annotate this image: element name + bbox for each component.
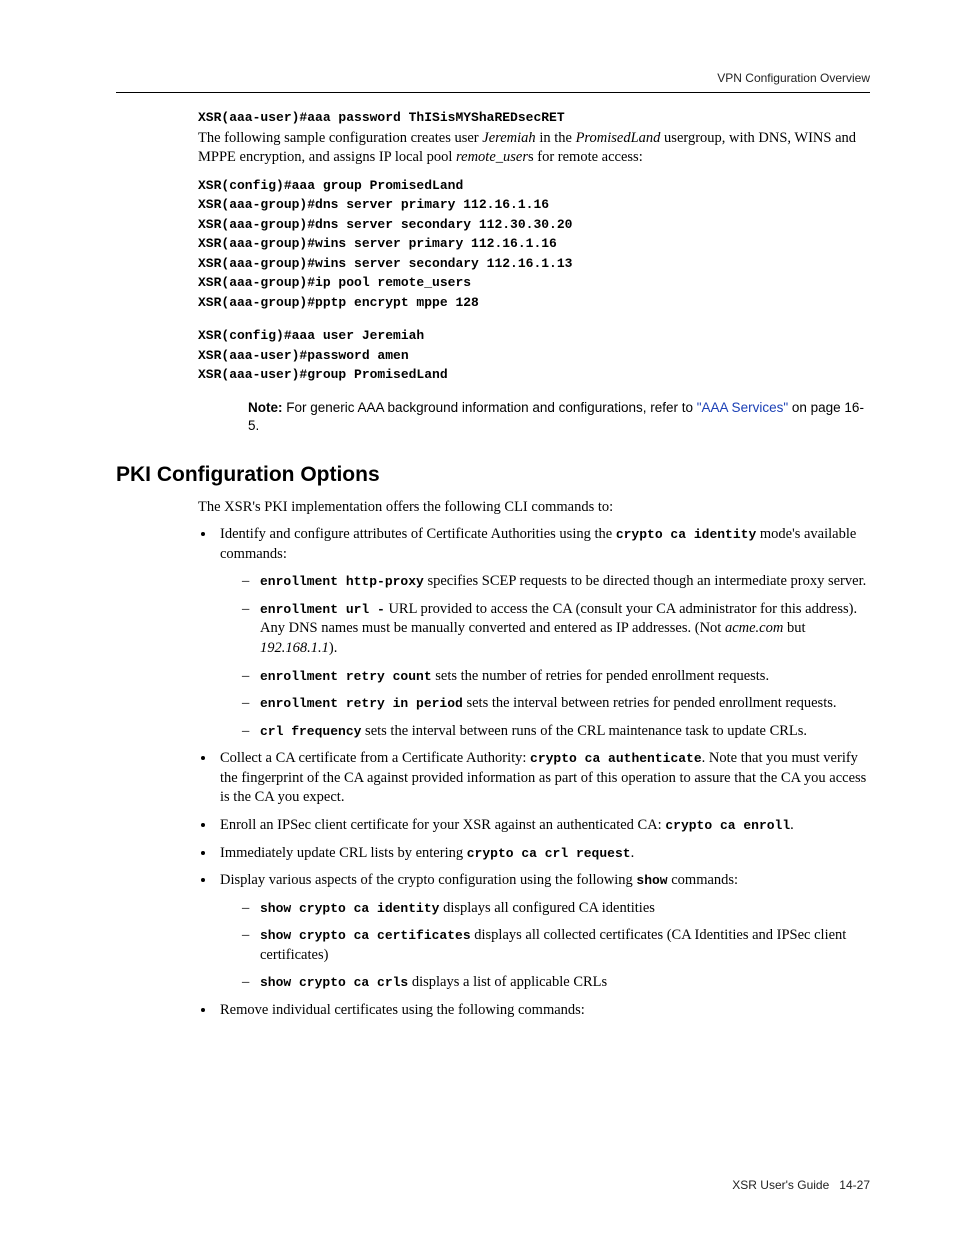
list-item: Enroll an IPSec client certificate for y… [216, 816, 870, 836]
text: Immediately update CRL lists by entering [220, 845, 467, 861]
footer-guide: XSR User's Guide [732, 1178, 829, 1192]
section-body: The XSR's PKI implementation offers the … [198, 498, 870, 1021]
bullet-list: Identify and configure attributes of Cer… [198, 525, 870, 1020]
italic: acme.com [725, 620, 783, 636]
code-block-1: XSR(config)#aaa group PromisedLand XSR(a… [198, 176, 870, 313]
text: ). [329, 640, 337, 656]
command: crl frequency [260, 724, 361, 739]
list-item: Remove individual certificates using the… [216, 1001, 870, 1021]
code-line: XSR(aaa-group)#dns server secondary 112.… [198, 215, 870, 235]
code-line: XSR(config)#aaa group PromisedLand [198, 176, 870, 196]
code-line: XSR(aaa-group)#dns server primary 112.16… [198, 195, 870, 215]
header-title: VPN Configuration Overview [717, 71, 870, 85]
code-line: XSR(aaa-user)#group PromisedLand [198, 365, 870, 385]
list-item: Identify and configure attributes of Cer… [216, 525, 870, 741]
command: enrollment url - [260, 602, 385, 617]
text: . [631, 845, 635, 861]
command: show crypto ca crls [260, 975, 408, 990]
text: Collect a CA certificate from a Certific… [220, 750, 530, 766]
command: show crypto ca certificates [260, 928, 471, 943]
command: enrollment retry in period [260, 696, 463, 711]
text: Display various aspects of the crypto co… [220, 872, 636, 888]
text: but [783, 620, 805, 636]
text: displays all configured CA identities [439, 900, 654, 916]
text: The following sample configuration creat… [198, 130, 482, 146]
intro-paragraph: The following sample configuration creat… [198, 129, 870, 168]
list-item: show crypto ca certificates displays all… [242, 926, 870, 965]
text: Remove individual certificates using the… [220, 1002, 585, 1018]
code-line: XSR(aaa-user)#password amen [198, 346, 870, 366]
list-item: enrollment url - URL provided to access … [242, 600, 870, 659]
note-text: For generic AAA background information a… [283, 400, 697, 415]
command: crypto ca crl request [467, 846, 631, 861]
code-block-2: XSR(config)#aaa user Jeremiah XSR(aaa-us… [198, 326, 870, 385]
code-line: XSR(aaa-group)#pptp encrypt mppe 128 [198, 293, 870, 313]
sub-list: show crypto ca identity displays all con… [220, 899, 870, 993]
section-heading: PKI Configuration Options [116, 461, 870, 489]
footer-page: 14-27 [839, 1178, 870, 1192]
note-block: Note: For generic AAA background informa… [248, 399, 870, 435]
command: enrollment http-proxy [260, 574, 424, 589]
code-line: XSR(aaa-group)#wins server primary 112.1… [198, 234, 870, 254]
italic: remote_user [456, 149, 528, 165]
code-line: XSR(aaa-group)#ip pool remote_users [198, 273, 870, 293]
text: sets the interval between runs of the CR… [361, 723, 807, 739]
code-line: XSR(aaa-group)#wins server secondary 112… [198, 254, 870, 274]
text: in the [536, 130, 576, 146]
list-item: show crypto ca crls displays a list of a… [242, 973, 870, 993]
command: show crypto ca identity [260, 901, 439, 916]
list-item: enrollment retry count sets the number o… [242, 667, 870, 687]
list-item: show crypto ca identity displays all con… [242, 899, 870, 919]
text: . [790, 817, 794, 833]
list-item: crl frequency sets the interval between … [242, 722, 870, 742]
command: crypto ca authenticate [530, 751, 702, 766]
page-footer: XSR User's Guide 14-27 [732, 1177, 870, 1193]
lead-paragraph: The XSR's PKI implementation offers the … [198, 498, 870, 518]
command: show [636, 873, 667, 888]
list-item: Display various aspects of the crypto co… [216, 871, 870, 993]
text: specifies SCEP requests to be directed t… [424, 573, 866, 589]
italic: Jeremiah [482, 130, 535, 146]
list-item: Immediately update CRL lists by entering… [216, 844, 870, 864]
note-link[interactable]: "AAA Services" [697, 400, 788, 415]
italic: PromisedLand [576, 130, 661, 146]
command: enrollment retry count [260, 669, 432, 684]
text: sets the number of retries for pended en… [432, 668, 769, 684]
sub-list: enrollment http-proxy specifies SCEP req… [220, 572, 870, 741]
list-item: enrollment http-proxy specifies SCEP req… [242, 572, 870, 592]
list-item: enrollment retry in period sets the inte… [242, 694, 870, 714]
command: crypto ca identity [616, 527, 756, 542]
text: s for remote access: [528, 149, 643, 165]
page-header: VPN Configuration Overview [116, 70, 870, 93]
note-label: Note: [248, 400, 283, 415]
text: sets the interval between retries for pe… [463, 695, 837, 711]
text: displays a list of applicable CRLs [408, 974, 607, 990]
text: commands: [668, 872, 738, 888]
code-line: XSR(config)#aaa user Jeremiah [198, 326, 870, 346]
text: Enroll an IPSec client certificate for y… [220, 817, 665, 833]
body-content: XSR(aaa-user)#aaa password ThISisMYShaRE… [198, 109, 870, 435]
code-line: XSR(aaa-user)#aaa password ThISisMYShaRE… [198, 109, 870, 127]
text: Identify and configure attributes of Cer… [220, 526, 616, 542]
list-item: Collect a CA certificate from a Certific… [216, 749, 870, 808]
command: crypto ca enroll [665, 818, 790, 833]
italic: 192.168.1.1 [260, 640, 329, 656]
